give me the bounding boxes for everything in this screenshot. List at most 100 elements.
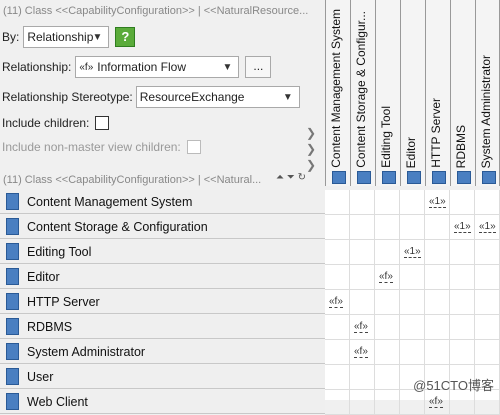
information-flow-marker[interactable]: «1»: [454, 221, 471, 233]
information-flow-marker[interactable]: «1»: [429, 196, 446, 208]
matrix-cell[interactable]: [375, 390, 400, 415]
matrix-cell[interactable]: [475, 190, 500, 215]
matrix-cell[interactable]: [400, 215, 425, 240]
relationship-select[interactable]: «f» Information Flow ▼: [75, 56, 240, 78]
class-icon: [6, 318, 19, 335]
information-flow-marker[interactable]: «1»: [479, 221, 496, 233]
refresh-icon[interactable]: ↻: [298, 172, 306, 183]
row-header[interactable]: System Administrator: [0, 340, 325, 364]
information-flow-marker[interactable]: «f»: [354, 346, 368, 358]
matrix-cell[interactable]: [425, 290, 450, 315]
include-nonmaster-checkbox[interactable]: [186, 140, 201, 154]
matrix-cell[interactable]: [325, 315, 350, 340]
matrix-cell[interactable]: [325, 215, 350, 240]
matrix-cell[interactable]: [475, 340, 500, 365]
chevron-down-icon: ▼: [282, 92, 293, 103]
column-header[interactable]: System Administrator: [475, 0, 500, 186]
class-icon: [482, 171, 496, 184]
information-flow-marker[interactable]: «f»: [354, 321, 368, 333]
matrix-cell[interactable]: [350, 215, 375, 240]
scroll-right-icon[interactable]: ❯: [306, 142, 316, 156]
matrix-cell[interactable]: [350, 265, 375, 290]
column-header[interactable]: Content Management System: [325, 0, 350, 186]
column-header[interactable]: Content Storage & Configur...: [350, 0, 375, 186]
matrix-cell[interactable]: [375, 290, 400, 315]
matrix-cell[interactable]: [375, 365, 400, 390]
information-flow-marker[interactable]: «1»: [404, 246, 421, 258]
matrix-cell[interactable]: [350, 240, 375, 265]
information-flow-marker[interactable]: «f»: [379, 271, 393, 283]
matrix-cell[interactable]: [325, 340, 350, 365]
class-icon: [382, 171, 396, 184]
matrix-cell[interactable]: [425, 265, 450, 290]
row-header[interactable]: HTTP Server: [0, 290, 325, 314]
column-header[interactable]: Editing Tool: [375, 0, 400, 186]
matrix-cell[interactable]: [450, 265, 475, 290]
matrix-cell[interactable]: [400, 265, 425, 290]
matrix-cell[interactable]: [325, 390, 350, 415]
include-nonmaster-label: Include non-master view children:: [2, 140, 181, 154]
matrix-cell[interactable]: [400, 340, 425, 365]
row-header[interactable]: Content Storage & Configuration: [0, 215, 325, 239]
information-flow-marker[interactable]: «f»: [329, 296, 343, 308]
matrix-cell[interactable]: [350, 390, 375, 415]
watermark: @51CTO博客: [413, 378, 494, 393]
matrix-cell[interactable]: [325, 365, 350, 390]
matrix-cell[interactable]: [325, 190, 350, 215]
matrix-cell[interactable]: [325, 265, 350, 290]
matrix-cell[interactable]: [450, 190, 475, 215]
matrix-cell[interactable]: [400, 190, 425, 215]
expand-icon[interactable]: ⏷: [287, 172, 295, 183]
more-button[interactable]: ...: [245, 56, 272, 78]
matrix-cell[interactable]: [375, 190, 400, 215]
matrix-cell[interactable]: [450, 340, 475, 365]
dependency-matrix[interactable]: «1» «1» «1» «1» «f» «f» «f» «f» «f»: [325, 190, 500, 415]
matrix-cell[interactable]: [375, 340, 400, 365]
class-icon: [6, 343, 19, 360]
column-header[interactable]: RDBMS: [450, 0, 475, 186]
information-flow-marker[interactable]: «f»: [429, 396, 443, 408]
matrix-cell[interactable]: [350, 190, 375, 215]
matrix-cell[interactable]: [425, 340, 450, 365]
matrix-cell[interactable]: [450, 315, 475, 340]
matrix-cell[interactable]: [475, 315, 500, 340]
matrix-cell[interactable]: [375, 315, 400, 340]
row-header[interactable]: Editing Tool: [0, 240, 325, 264]
matrix-cell[interactable]: [325, 240, 350, 265]
matrix-cell[interactable]: [375, 215, 400, 240]
matrix-cell[interactable]: [350, 365, 375, 390]
column-header[interactable]: HTTP Server: [425, 0, 450, 186]
class-icon: [6, 368, 19, 385]
class-icon: [6, 218, 19, 235]
class-icon: [407, 171, 421, 184]
row-header[interactable]: User: [0, 365, 325, 389]
row-header[interactable]: RDBMS: [0, 315, 325, 339]
matrix-cell[interactable]: [425, 240, 450, 265]
matrix-cell[interactable]: [450, 290, 475, 315]
matrix-cell[interactable]: [425, 215, 450, 240]
stereotype-select[interactable]: ResourceExchange ▼: [135, 86, 300, 108]
matrix-cell[interactable]: [425, 315, 450, 340]
matrix-cell[interactable]: [475, 290, 500, 315]
matrix-cell[interactable]: [400, 290, 425, 315]
include-children-checkbox[interactable]: [95, 116, 110, 130]
matrix-cell[interactable]: [350, 290, 375, 315]
help-button[interactable]: ?: [115, 27, 136, 47]
chevron-down-icon: ▼: [222, 62, 233, 73]
scroll-right-icon[interactable]: ❯: [306, 126, 316, 140]
row-header[interactable]: Editor: [0, 265, 325, 289]
matrix-cell[interactable]: [400, 315, 425, 340]
column-header[interactable]: Editor: [400, 0, 425, 186]
matrix-cell[interactable]: [475, 265, 500, 290]
class-icon: [6, 243, 19, 260]
by-select[interactable]: Relationship ▼: [23, 26, 110, 48]
include-nonmaster-row: Include non-master view children:: [2, 140, 201, 154]
row-header[interactable]: Content Management System: [0, 190, 325, 214]
collapse-icon[interactable]: ⏶: [276, 172, 284, 183]
matrix-cell[interactable]: [475, 240, 500, 265]
row-header[interactable]: Web Client: [0, 390, 325, 414]
matrix-cell[interactable]: [450, 240, 475, 265]
class-icon: [357, 171, 371, 184]
matrix-cell[interactable]: [375, 240, 400, 265]
include-children-row: Include children:: [2, 116, 110, 130]
